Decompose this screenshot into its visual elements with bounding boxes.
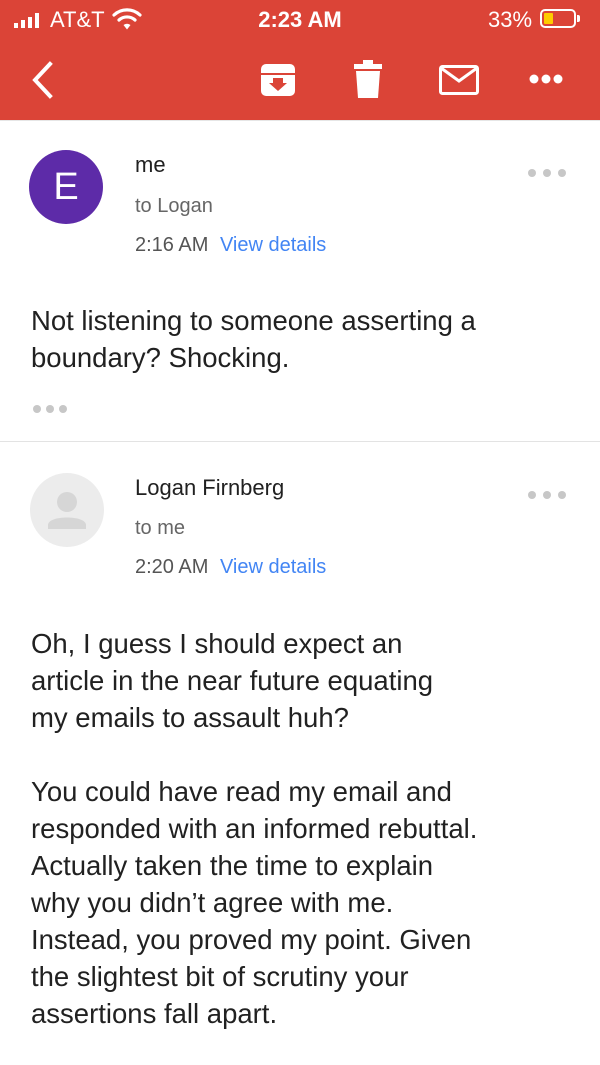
message-meta: 2:20 AM View details (135, 556, 326, 579)
message-body: Not listening to someone asserting a bou… (31, 305, 476, 373)
view-details-link[interactable]: View details (220, 556, 326, 578)
mark-unread-button[interactable] (433, 58, 485, 102)
message-meta: 2:16 AM View details (135, 234, 326, 257)
app-toolbar: AT&T 2:23 AM 33% (0, 0, 600, 120)
archive-button[interactable] (254, 58, 302, 102)
recipient-line: to me (135, 517, 186, 539)
avatar[interactable] (30, 473, 104, 547)
delete-button[interactable] (344, 56, 392, 102)
sender-name: me (135, 152, 166, 177)
trash-icon (354, 60, 382, 98)
more-horizontal-icon (529, 74, 563, 84)
mail-icon (439, 65, 479, 95)
battery-level-fill (544, 13, 553, 24)
message-time: 2:20 AM (135, 556, 209, 578)
avatar[interactable]: E (29, 150, 103, 224)
person-icon (48, 492, 86, 529)
message-more-button[interactable] (528, 166, 566, 180)
view-details-link[interactable]: View details (220, 234, 326, 256)
status-bar: AT&T 2:23 AM 33% (0, 0, 600, 40)
message-more-button[interactable] (528, 488, 566, 502)
back-button[interactable] (22, 58, 62, 102)
battery-percentage: 33% (488, 7, 533, 32)
more-options-button[interactable] (524, 64, 568, 94)
sender-name: Logan Firnberg (135, 475, 285, 500)
avatar-letter: E (53, 165, 79, 208)
show-trimmed-content-button[interactable] (33, 403, 67, 415)
recipient-line: to Logan (135, 195, 213, 217)
message-divider (0, 441, 600, 442)
message-time: 2:16 AM (135, 234, 209, 256)
battery-icon (540, 9, 580, 28)
toolbar-divider (0, 120, 600, 121)
archive-icon (261, 64, 295, 96)
message-body: Oh, I guess I should expect an article i… (31, 628, 478, 1029)
back-arrow-icon (32, 61, 53, 99)
